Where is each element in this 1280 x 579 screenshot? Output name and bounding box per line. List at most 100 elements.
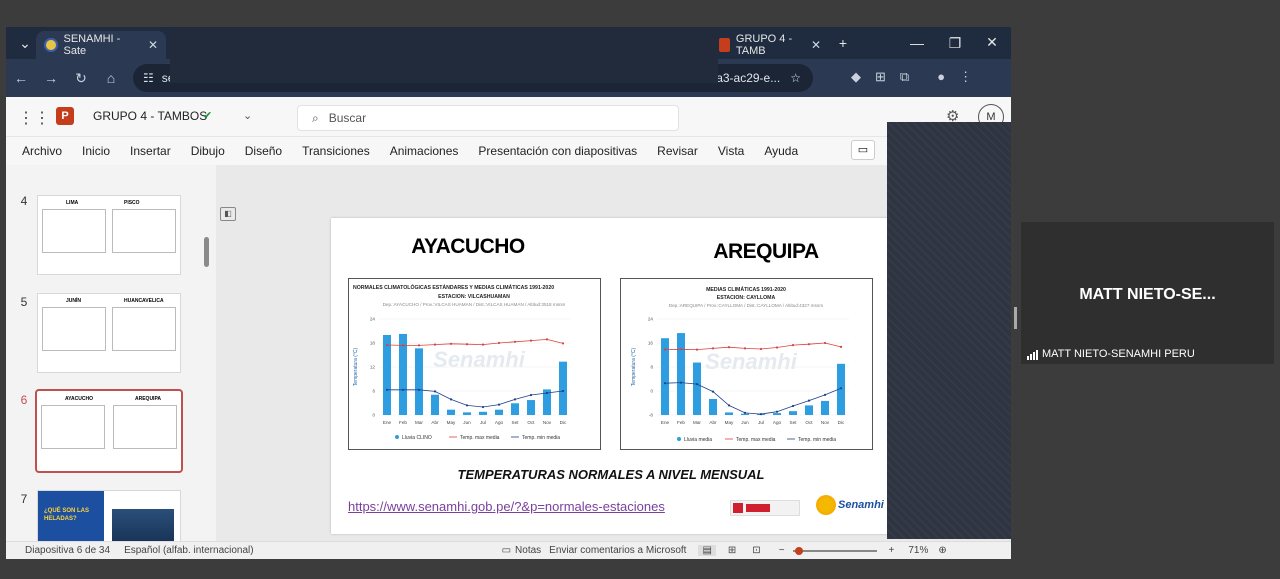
series-point bbox=[401, 388, 405, 391]
zoom-level[interactable]: 71% bbox=[908, 545, 928, 556]
legend-label: Lluvia media bbox=[684, 437, 712, 443]
menu-ayuda[interactable]: Ayuda bbox=[754, 144, 808, 158]
menu-animaciones[interactable]: Animaciones bbox=[380, 144, 469, 158]
zoom-slider-thumb[interactable] bbox=[794, 546, 803, 555]
shared-screen-overlay bbox=[887, 122, 1011, 539]
series-point bbox=[449, 398, 453, 401]
window-close-icon[interactable]: ✕ bbox=[977, 34, 1007, 51]
menu-insertar[interactable]: Insertar bbox=[120, 144, 181, 158]
x-tick-label: Jul bbox=[480, 420, 486, 425]
notes-button[interactable]: Notas bbox=[515, 545, 541, 556]
menu-revisar[interactable]: Revisar bbox=[647, 144, 708, 158]
menu-icon[interactable]: ⋮ bbox=[959, 69, 972, 85]
tab-senamhi[interactable]: SENAMHI - Sate ✕ bbox=[36, 31, 166, 59]
series-point bbox=[529, 339, 533, 342]
series-point bbox=[497, 403, 501, 406]
document-title[interactable]: GRUPO 4 - TAMBOS bbox=[93, 109, 207, 123]
y-tick-label: 0 bbox=[372, 413, 375, 418]
feedback-button[interactable]: Enviar comentarios a Microsoft bbox=[549, 545, 686, 556]
menu-archivo[interactable]: Archivo bbox=[6, 144, 72, 158]
menu-transiciones[interactable]: Transiciones bbox=[292, 144, 380, 158]
chevron-down-icon[interactable]: ⌄ bbox=[243, 109, 252, 122]
x-tick-label: Jul bbox=[758, 420, 764, 425]
participant-name-large: MATT NIETO-SE... bbox=[1079, 286, 1216, 303]
menu-dibujo[interactable]: Dibujo bbox=[181, 144, 235, 158]
watermark: Senamhi bbox=[433, 347, 526, 372]
bar bbox=[725, 412, 733, 415]
close-icon[interactable]: ✕ bbox=[148, 38, 158, 52]
menu-inicio[interactable]: Inicio bbox=[72, 144, 120, 158]
shield-icon[interactable]: ◆ bbox=[851, 69, 861, 85]
thumb-right-title: PISCO bbox=[124, 200, 140, 206]
x-tick-label: Mar bbox=[415, 420, 423, 425]
zoom-out-icon[interactable]: − bbox=[779, 545, 785, 556]
extensions-icon[interactable]: ⧉ bbox=[900, 69, 909, 85]
peru-ministry-logo bbox=[730, 500, 800, 516]
normal-view-icon[interactable]: ▤ bbox=[698, 545, 716, 556]
restore-icon[interactable]: ❐ bbox=[940, 35, 970, 52]
x-tick-label: Jun bbox=[463, 420, 471, 425]
new-tab-icon[interactable]: + bbox=[828, 35, 858, 51]
thumb-number: 5 bbox=[20, 295, 28, 309]
series-point bbox=[727, 404, 731, 407]
thumb-chart bbox=[41, 405, 105, 449]
menu-diseno[interactable]: Diseño bbox=[235, 144, 292, 158]
logo-text: Senamhi bbox=[838, 499, 884, 511]
slide-right-title: AREQUIPA bbox=[713, 240, 819, 263]
search-input[interactable]: ⌕ Buscar bbox=[297, 105, 679, 131]
bar bbox=[479, 411, 487, 415]
close-icon[interactable]: ✕ bbox=[811, 38, 821, 52]
x-tick-label: Jun bbox=[741, 420, 749, 425]
thumb-left-title: LIMA bbox=[66, 200, 79, 206]
translate-icon[interactable]: ⊞ bbox=[875, 69, 886, 85]
chart-subtitle: ESTACION: CAYLLOMA bbox=[717, 295, 776, 301]
x-tick-label: Oct bbox=[805, 420, 813, 425]
series-point bbox=[791, 344, 795, 347]
zoom-slider[interactable] bbox=[792, 546, 877, 555]
slideshow-view-icon[interactable]: ⊡ bbox=[752, 545, 760, 556]
collapse-panel-icon[interactable]: ◧ bbox=[220, 207, 236, 221]
chart-title: NORMALES CLIMATOLÓGICAS ESTÁNDARES Y MED… bbox=[353, 283, 554, 291]
minimize-icon[interactable]: — bbox=[902, 35, 932, 51]
zoom-in-icon[interactable]: + bbox=[889, 545, 895, 556]
search-placeholder: Buscar bbox=[328, 111, 367, 125]
home-icon[interactable]: ⌂ bbox=[96, 70, 126, 86]
thumbnail-slide-4[interactable]: LIMA PISCO bbox=[37, 195, 181, 275]
reload-icon[interactable]: ↻ bbox=[66, 70, 96, 87]
thumbnail-slide-5[interactable]: JUNÍN HUANCAVELICA bbox=[37, 293, 181, 373]
fit-slide-icon[interactable]: ⊕ bbox=[938, 545, 946, 556]
thumbnail-slide-6[interactable]: AYACUCHO AREQUIPA bbox=[35, 389, 183, 473]
site-info-icon[interactable]: ☷ bbox=[143, 71, 154, 85]
thumb-chart bbox=[42, 209, 106, 253]
legend-label: Temp. max media bbox=[736, 437, 776, 443]
thumbnail-slide-7[interactable]: ¿QUÉ SON LAS HELADAS? bbox=[37, 490, 181, 541]
thumb-left-title: AYACUCHO bbox=[65, 396, 93, 402]
tab-grupo4[interactable]: GRUPO 4 - TAMB ✕ bbox=[711, 31, 829, 59]
participant-video-tile[interactable]: MATT NIETO-SE... MATT NIETO-SENAMHI PERU bbox=[1021, 222, 1274, 364]
legend-label: Temp. min media bbox=[798, 437, 836, 443]
series-line bbox=[386, 338, 564, 346]
x-tick-label: Nov bbox=[543, 420, 552, 425]
status-bar: Diapositiva 6 de 34 Español (alfab. inte… bbox=[6, 541, 1011, 559]
series-point bbox=[481, 405, 485, 409]
sorter-view-icon[interactable]: ⊞ bbox=[728, 545, 736, 556]
comments-icon[interactable]: ▭ bbox=[851, 140, 875, 160]
chart-legend: Lluvia CLINO Temp. max media Temp. min m… bbox=[395, 435, 560, 441]
forward-icon[interactable]: → bbox=[36, 70, 66, 86]
thumb-blue-block: ¿QUÉ SON LAS HELADAS? bbox=[38, 491, 104, 541]
series-point bbox=[663, 382, 667, 385]
series-point bbox=[743, 411, 747, 414]
bookmark-star-icon[interactable]: ☆ bbox=[790, 71, 801, 85]
panel-scrollbar[interactable] bbox=[204, 237, 209, 267]
normales-link[interactable]: https://www.senamhi.gob.pe/?&p=normales-… bbox=[348, 499, 665, 514]
splitter-handle[interactable] bbox=[1014, 307, 1017, 329]
menu-presentacion[interactable]: Presentación con diapositivas bbox=[468, 144, 647, 158]
profile-icon[interactable]: ● bbox=[937, 69, 945, 85]
series-line bbox=[664, 342, 842, 351]
menu-vista[interactable]: Vista bbox=[708, 144, 754, 158]
search-icon: ⌕ bbox=[312, 110, 319, 125]
language[interactable]: Español (alfab. internacional) bbox=[124, 545, 254, 556]
notes-icon[interactable]: ▭ bbox=[502, 545, 511, 556]
thumb-right-title: AREQUIPA bbox=[135, 396, 162, 402]
back-icon[interactable]: ← bbox=[6, 70, 36, 86]
